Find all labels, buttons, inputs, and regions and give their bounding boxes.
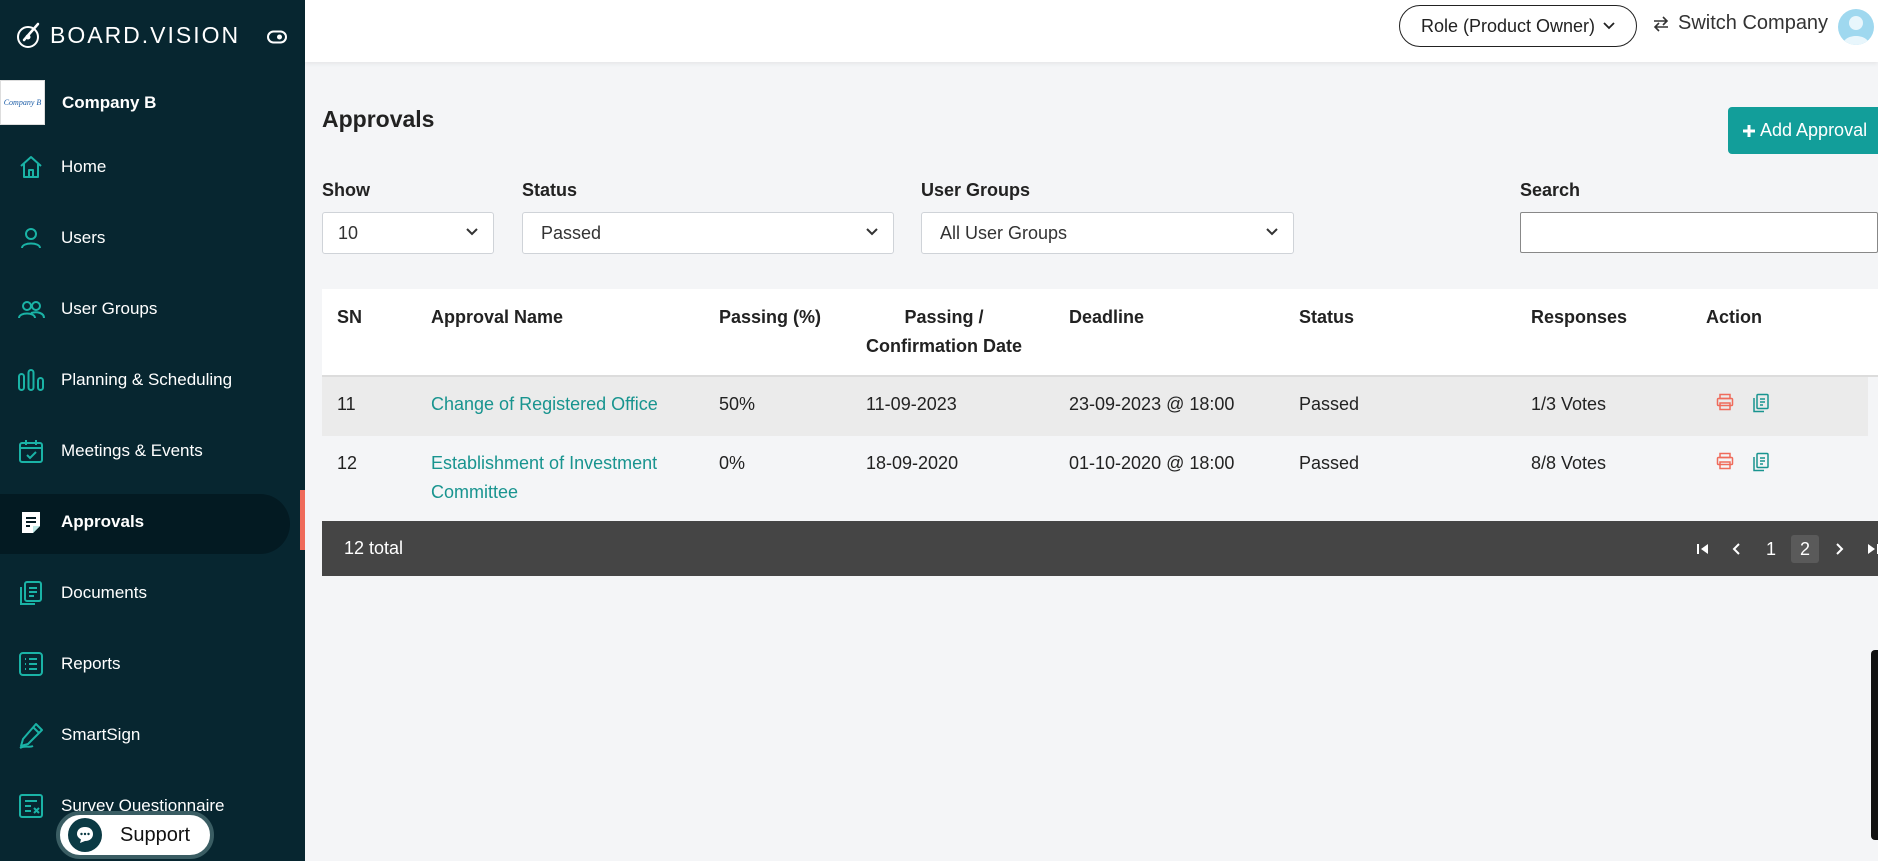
approvals-table: SN Approval Name Passing (%) Passing / C…	[322, 289, 1878, 576]
top-header: Role (Product Owner) Switch Company	[305, 0, 1878, 62]
cell-passing: 50%	[719, 394, 756, 414]
sidebar-item-meetings-events[interactable]: Meetings & Events	[0, 415, 305, 486]
sidebar-item-reports[interactable]: Reports	[0, 628, 305, 699]
list-icon	[17, 650, 45, 678]
plus-icon	[1743, 124, 1755, 137]
status-select[interactable]: Passed	[522, 212, 894, 254]
column-deadline[interactable]: Deadline	[1069, 303, 1144, 332]
brand[interactable]: BOARD.VISION	[14, 20, 240, 50]
chevron-down-icon	[1266, 228, 1278, 236]
user-groups-select[interactable]: All User Groups	[921, 212, 1294, 254]
sidebar-item-users[interactable]: Users	[0, 202, 305, 273]
sidebar-toggle-icon[interactable]	[267, 30, 287, 49]
prev-page-button[interactable]	[1720, 535, 1754, 563]
table-row: 12 Establishment of Investment Committee…	[322, 436, 1868, 521]
company-switcher[interactable]: Company B Company B	[0, 80, 156, 125]
page-title: Approvals	[322, 106, 435, 132]
calendar-icon	[17, 437, 45, 465]
search-label: Search	[1520, 180, 1581, 200]
column-approval-name[interactable]: Approval Name	[431, 303, 563, 332]
cell-deadline: 23-09-2023 @ 18:00	[1069, 394, 1235, 414]
cell-responses: 8/8 Votes	[1531, 453, 1607, 473]
search-input[interactable]	[1520, 212, 1878, 253]
first-page-icon	[1697, 544, 1708, 554]
cell-status: Passed	[1299, 394, 1360, 414]
brand-name: BOARD.VISION	[50, 21, 241, 48]
swap-icon	[1653, 15, 1669, 32]
sidebar-nav: Home Users User Groups Planning & Schedu…	[0, 131, 305, 841]
company-name: Company B	[62, 92, 157, 112]
column-responses[interactable]: Responses	[1531, 303, 1627, 332]
table-footer: 12 total 1 2	[322, 521, 1878, 576]
print-icon[interactable]	[1716, 393, 1734, 411]
approval-name-link[interactable]: Change of Registered Office	[431, 390, 658, 419]
bar-chart-icon	[17, 366, 45, 394]
column-passing[interactable]: Passing (%)	[719, 303, 821, 332]
copy-icon[interactable]	[1752, 452, 1770, 472]
cell-deadline: 01-10-2020 @ 18:00	[1069, 453, 1235, 473]
chevron-down-icon	[1603, 22, 1615, 30]
chevron-down-icon	[866, 228, 878, 236]
chevron-down-icon	[466, 228, 478, 236]
users-icon	[17, 295, 45, 323]
avatar[interactable]	[1838, 9, 1874, 45]
pen-icon	[17, 721, 45, 749]
table-header: SN Approval Name Passing (%) Passing / C…	[322, 289, 1878, 377]
show-select[interactable]: 10	[322, 212, 494, 254]
documents-icon	[17, 579, 45, 607]
cell-responses: 1/3 Votes	[1531, 394, 1607, 414]
chevron-right-icon	[1836, 543, 1844, 555]
copy-icon[interactable]	[1752, 393, 1770, 413]
cell-date: 11-09-2023	[866, 394, 957, 414]
brand-logo-icon	[17, 22, 40, 48]
cell-date: 18-09-2020	[866, 453, 959, 473]
column-confirmation-date[interactable]: Passing / Confirmation Date	[865, 303, 1023, 361]
column-sn[interactable]: SN	[337, 303, 362, 332]
sidebar-item-smartsign[interactable]: SmartSign	[0, 699, 305, 770]
sidebar-item-user-groups[interactable]: User Groups	[0, 273, 305, 344]
total-count: 12 total	[344, 538, 404, 558]
table-row: 11 Change of Registered Office 50% 11-09…	[322, 377, 1868, 436]
last-page-icon	[1868, 544, 1878, 554]
user-icon	[17, 224, 45, 252]
switch-company-button[interactable]: Switch Company	[1652, 12, 1828, 35]
cell-sn: 12	[337, 453, 358, 473]
role-dropdown[interactable]: Role (Product Owner)	[1399, 5, 1637, 47]
row-actions	[1716, 393, 1770, 413]
add-approval-button[interactable]: Add Approval	[1728, 107, 1878, 154]
first-page-button[interactable]	[1686, 535, 1720, 563]
sidebar-item-approvals[interactable]: Approvals	[0, 486, 305, 557]
row-actions	[1716, 452, 1770, 472]
cell-sn: 11	[337, 394, 356, 414]
sidebar-item-documents[interactable]: Documents	[0, 557, 305, 628]
survey-icon	[17, 792, 45, 820]
approval-icon	[17, 508, 45, 536]
sidebar-item-planning-scheduling[interactable]: Planning & Scheduling	[0, 344, 305, 415]
column-action: Action	[1706, 307, 1762, 327]
cell-status: Passed	[1299, 453, 1360, 473]
cell-passing: 0%	[719, 453, 746, 473]
status-label: Status	[522, 180, 578, 200]
user-groups-label: User Groups	[921, 180, 1031, 200]
page-button-1[interactable]: 1	[1754, 535, 1788, 563]
last-page-button[interactable]	[1856, 535, 1878, 563]
show-label: Show	[322, 180, 370, 200]
home-icon	[17, 153, 45, 181]
company-logo: Company B	[0, 80, 45, 125]
chat-icon	[68, 818, 102, 852]
user-avatar-icon	[1843, 16, 1869, 45]
column-status[interactable]: Status	[1299, 303, 1354, 332]
support-button[interactable]: Support	[56, 811, 214, 859]
next-page-button[interactable]	[1822, 535, 1856, 563]
sidebar: BOARD.VISION Company B Company B Home Us…	[0, 0, 305, 861]
pagination: 1 2	[1686, 535, 1878, 563]
sidebar-item-home[interactable]: Home	[0, 131, 305, 202]
active-nav-indicator	[300, 490, 305, 550]
approval-name-link[interactable]: Establishment of Investment Committee	[431, 449, 676, 507]
page-button-2[interactable]: 2	[1791, 535, 1819, 563]
side-widget-tab[interactable]	[1871, 650, 1878, 840]
print-icon[interactable]	[1716, 452, 1734, 470]
chevron-left-icon	[1732, 543, 1740, 555]
